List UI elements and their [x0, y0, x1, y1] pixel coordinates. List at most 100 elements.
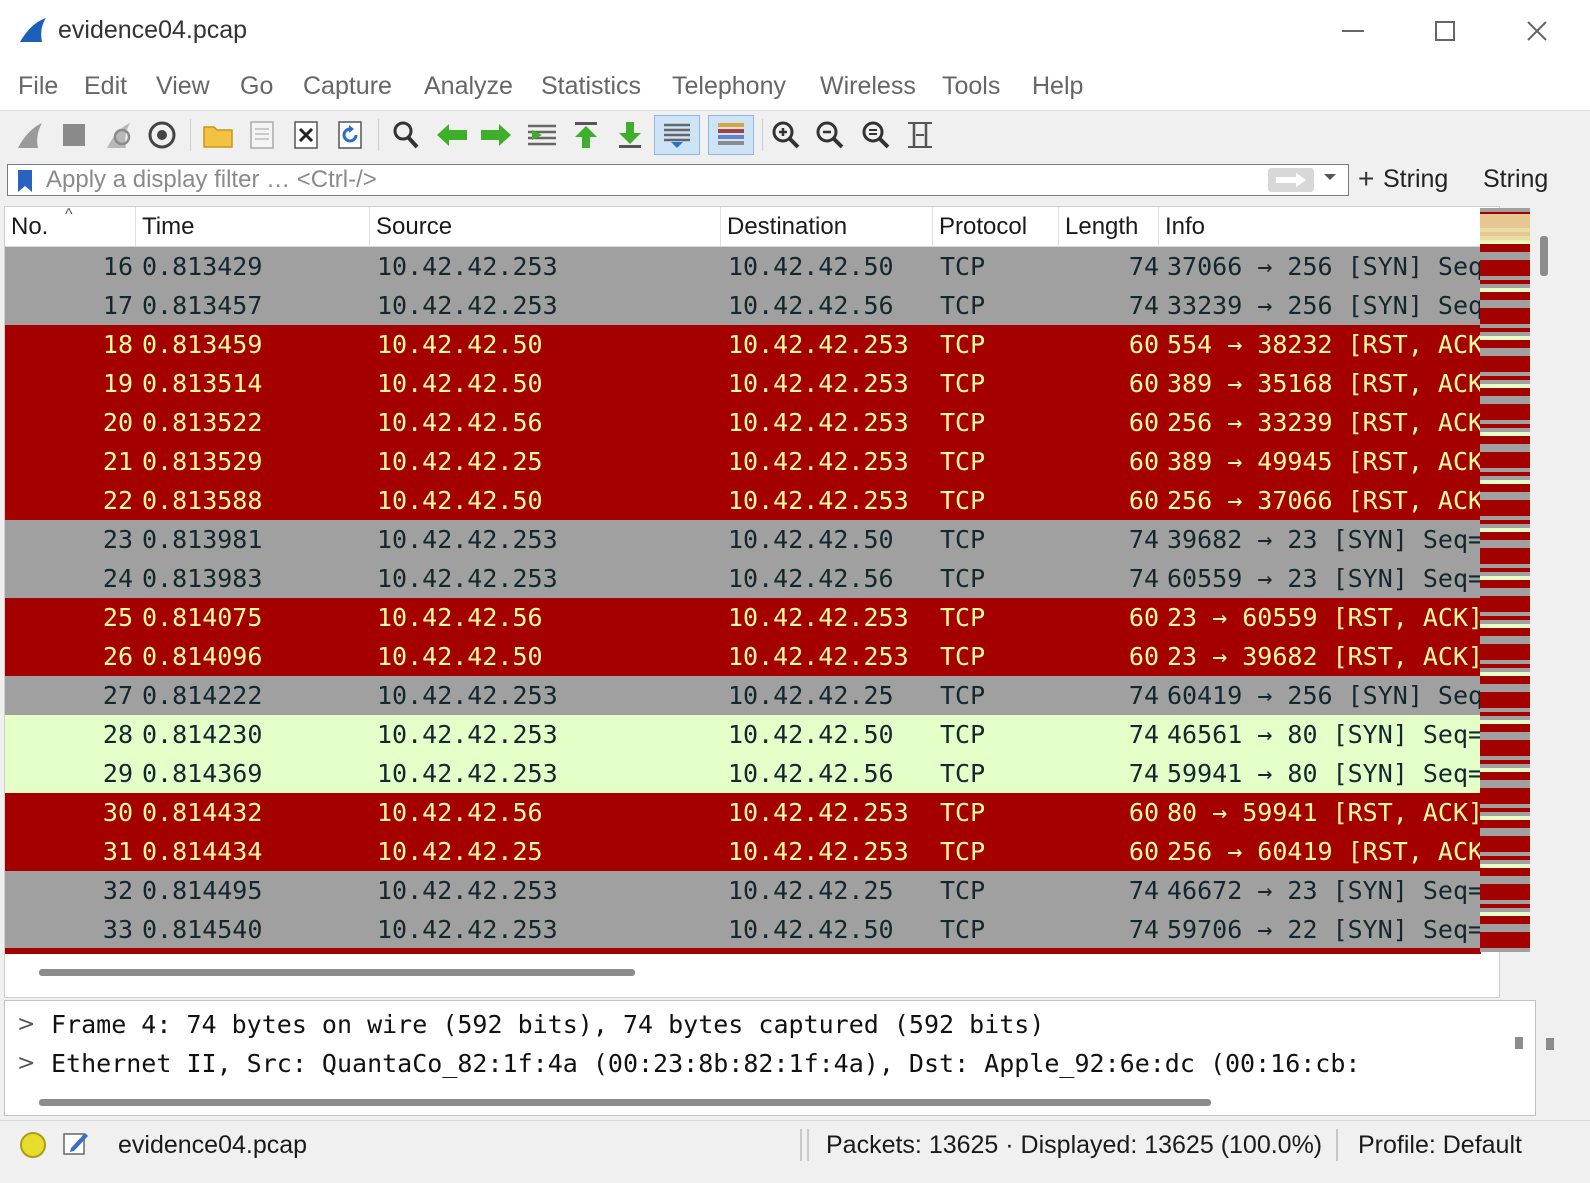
menu-tools[interactable]: Tools	[942, 72, 1000, 101]
bookmark-icon[interactable]	[16, 169, 34, 193]
go-back-button[interactable]	[432, 115, 472, 155]
stop-capture-button[interactable]	[54, 115, 94, 155]
packet-destination: 10.42.42.25	[728, 681, 894, 710]
minimize-button[interactable]	[1330, 10, 1376, 52]
minimap-stripe	[1480, 616, 1530, 620]
expand-arrow-icon[interactable]: >	[17, 1044, 35, 1083]
zoom-reset-button[interactable]	[856, 115, 896, 155]
tree-item-frame[interactable]: > Frame 4: 74 bytes on wire (592 bits), …	[5, 1005, 1499, 1044]
close-button[interactable]	[1514, 10, 1560, 52]
minimap-stripe	[1480, 300, 1530, 304]
zoom-in-button[interactable]	[766, 115, 806, 155]
capture-options-button[interactable]	[142, 115, 182, 155]
menu-analyze[interactable]: Analyze	[424, 72, 513, 101]
capture-comment-icon[interactable]	[62, 1129, 90, 1157]
packet-info: 39682 → 23 [SYN] Seq=0	[1167, 525, 1481, 554]
minimap-stripe	[1480, 412, 1530, 416]
minimap-stripe	[1480, 292, 1530, 296]
tree-item-ethernet[interactable]: > Ethernet II, Src: QuantaCo_82:1f:4a (0…	[5, 1044, 1499, 1083]
menu-view[interactable]: View	[156, 72, 210, 101]
go-forward-button[interactable]	[476, 115, 516, 155]
restart-capture-button[interactable]	[98, 115, 138, 155]
autoscroll-button[interactable]	[654, 115, 700, 155]
packet-row[interactable]: 24 0.813983 10.42.42.253 10.42.42.56 TCP 74 60…	[5, 559, 1481, 598]
close-file-button[interactable]	[286, 115, 326, 155]
minimap-stripe	[1480, 364, 1530, 368]
column-header-time[interactable]: Time	[136, 207, 370, 247]
minimap-stripe	[1480, 700, 1530, 704]
menu-wireless[interactable]: Wireless	[820, 72, 916, 101]
packet-row[interactable]: 22 0.813588 10.42.42.50 10.42.42.253 TCP 60 25…	[5, 481, 1481, 520]
packet-row[interactable]: 21 0.813529 10.42.42.25 10.42.42.253 TCP 60 38…	[5, 442, 1481, 481]
packet-destination: 10.42.42.253	[728, 642, 909, 671]
add-filter-button[interactable]: +	[1358, 165, 1374, 193]
packet-row[interactable]: 23 0.813981 10.42.42.253 10.42.42.50 TCP 74 39…	[5, 520, 1481, 559]
packet-info: 554 → 38232 [RST, ACK]	[1167, 330, 1481, 359]
expert-info-led-icon[interactable]	[20, 1132, 46, 1158]
menu-help[interactable]: Help	[1032, 72, 1083, 101]
column-header-length[interactable]: Length	[1059, 207, 1159, 247]
menu-capture[interactable]: Capture	[303, 72, 392, 101]
packet-row[interactable]: 33 0.814540 10.42.42.253 10.42.42.50 TCP 74 59…	[5, 910, 1481, 949]
packet-minimap[interactable]	[1480, 208, 1530, 952]
packet-details-pane[interactable]: > Frame 4: 74 bytes on wire (592 bits), …	[4, 1000, 1536, 1116]
status-profile[interactable]: Profile: Default	[1358, 1131, 1522, 1160]
packet-row[interactable]: 31 0.814434 10.42.42.25 10.42.42.253 TCP 60 25…	[5, 832, 1481, 871]
column-header-source[interactable]: Source	[370, 207, 721, 247]
menu-statistics[interactable]: Statistics	[541, 72, 641, 101]
packet-row[interactable]: 20 0.813522 10.42.42.56 10.42.42.253 TCP 60 25…	[5, 403, 1481, 442]
find-packet-button[interactable]	[386, 115, 426, 155]
go-last-packet-button[interactable]	[610, 115, 650, 155]
menu-telephony[interactable]: Telephony	[672, 72, 786, 101]
packet-row[interactable]: 30 0.814432 10.42.42.56 10.42.42.253 TCP 60 80…	[5, 793, 1481, 832]
menu-go[interactable]: Go	[240, 72, 273, 101]
filter-history-dropdown[interactable]	[1323, 169, 1337, 187]
menu-edit[interactable]: Edit	[84, 72, 127, 101]
column-header-protocol[interactable]: Protocol	[933, 207, 1059, 247]
packet-list[interactable]: No. ^ Time Source Destination Protocol L…	[4, 206, 1500, 998]
packet-row[interactable]: 32 0.814495 10.42.42.253 10.42.42.25 TCP 74 46…	[5, 871, 1481, 910]
packet-destination: 10.42.42.253	[728, 603, 909, 632]
save-file-button[interactable]	[242, 115, 282, 155]
filter-button-string-1[interactable]: String	[1383, 165, 1448, 194]
minimap-stripe	[1480, 316, 1530, 320]
pane-scroll-thumb[interactable]	[1546, 1038, 1554, 1050]
reload-file-button[interactable]	[330, 115, 370, 155]
column-header-no[interactable]: No. ^	[5, 207, 136, 247]
vertical-scroll-thumb[interactable]	[1540, 236, 1548, 276]
go-first-packet-button[interactable]	[566, 115, 606, 155]
details-horizontal-scrollbar[interactable]	[39, 1099, 1211, 1106]
zoom-out-button[interactable]	[810, 115, 850, 155]
packet-row[interactable]: 26 0.814096 10.42.42.50 10.42.42.253 TCP 60 23…	[5, 637, 1481, 676]
packet-row[interactable]: 27 0.814222 10.42.42.253 10.42.42.25 TCP 74 60…	[5, 676, 1481, 715]
maximize-button[interactable]	[1422, 10, 1468, 52]
minimap-stripe	[1480, 440, 1530, 444]
packet-time: 0.813522	[142, 408, 263, 437]
apply-filter-button[interactable]	[1268, 168, 1314, 192]
zoom-reset-icon	[862, 121, 890, 149]
details-vertical-scroll-thumb[interactable]	[1515, 1037, 1523, 1049]
go-to-packet-button[interactable]	[522, 115, 562, 155]
packet-row[interactable]: 28 0.814230 10.42.42.253 10.42.42.50 TCP 74 46…	[5, 715, 1481, 754]
packet-row[interactable]: 16 0.813429 10.42.42.253 10.42.42.50 TCP 74 37…	[5, 247, 1481, 286]
packet-row[interactable]: 18 0.813459 10.42.42.50 10.42.42.253 TCP 60 55…	[5, 325, 1481, 364]
minimap-viewport	[1480, 214, 1530, 242]
packet-row[interactable]: 17 0.813457 10.42.42.253 10.42.42.56 TCP 74 33…	[5, 286, 1481, 325]
minimap-stripe	[1480, 428, 1530, 432]
minimap-stripe	[1480, 948, 1530, 952]
resize-columns-button[interactable]	[900, 115, 940, 155]
packet-row[interactable]: 25 0.814075 10.42.42.56 10.42.42.253 TCP 60 23…	[5, 598, 1481, 637]
expand-arrow-icon[interactable]: >	[17, 1005, 35, 1044]
menu-file[interactable]: File	[18, 72, 58, 101]
open-file-button[interactable]	[198, 115, 238, 155]
packet-row[interactable]: 29 0.814369 10.42.42.253 10.42.42.56 TCP 74 59…	[5, 754, 1481, 793]
start-capture-button[interactable]	[10, 115, 50, 155]
column-header-info[interactable]: Info	[1159, 207, 1481, 247]
display-filter-input[interactable]	[46, 165, 1246, 195]
column-header-destination[interactable]: Destination	[721, 207, 933, 247]
packet-list-vertical-scrollbar[interactable]	[1534, 206, 1556, 954]
packet-list-horizontal-scrollbar[interactable]	[39, 969, 635, 976]
colorize-button[interactable]	[708, 115, 754, 155]
filter-button-string-2[interactable]: String	[1483, 165, 1548, 194]
packet-row[interactable]: 19 0.813514 10.42.42.50 10.42.42.253 TCP 60 38…	[5, 364, 1481, 403]
